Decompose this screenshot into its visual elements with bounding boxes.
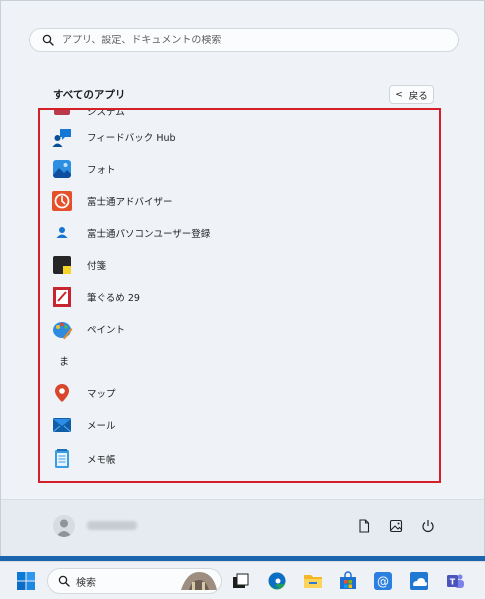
system-icon	[51, 108, 73, 122]
app-item-user-registration[interactable]: 富士通パソコンユーザー登録	[39, 219, 439, 247]
chevron-left-icon: <	[395, 89, 403, 100]
app-item-photos[interactable]: フォト	[39, 155, 439, 183]
app-item-feedback-hub[interactable]: フィードバック Hub	[39, 123, 439, 151]
store-icon[interactable]	[337, 570, 359, 592]
start-search-box[interactable]	[29, 28, 459, 52]
back-button[interactable]: < 戻る	[389, 85, 434, 104]
app-label: メモ帳	[87, 455, 116, 466]
app-label: メール	[87, 421, 116, 432]
app-item-fujitsu-advisor[interactable]: 富士通アドバイザー	[39, 187, 439, 215]
onedrive-icon[interactable]	[408, 570, 430, 592]
app-item-mail[interactable]: メール	[39, 411, 439, 439]
app-label: 富士通アドバイザー	[87, 197, 173, 208]
app-item-fudegurume[interactable]: 筆ぐるめ 29	[39, 283, 439, 311]
app-label: 富士通パソコンユーザー登録	[87, 229, 211, 240]
teams-icon[interactable]: T	[444, 570, 466, 592]
user-name[interactable]	[87, 521, 137, 530]
power-icon[interactable]	[419, 517, 437, 535]
fudegurume-icon	[51, 286, 73, 308]
taskbar-search-label: 検索	[76, 577, 96, 589]
app-list[interactable]: システム フィードバック Hub フォト 富士通アドバイザー 富士通パソコンユー…	[39, 108, 439, 482]
search-icon	[42, 34, 54, 46]
pictures-icon[interactable]	[387, 517, 405, 535]
svg-text:T: T	[450, 578, 456, 587]
taskbar: 検索 @ T	[0, 561, 485, 599]
paint-icon	[51, 318, 73, 340]
svg-text:@: @	[377, 575, 389, 589]
notepad-icon	[51, 448, 73, 470]
back-label: 戻る	[408, 90, 428, 102]
sticky-notes-icon	[51, 254, 73, 276]
all-apps-title: すべてのアプリ	[53, 89, 126, 101]
app-item-sticky-notes[interactable]: 付箋	[39, 251, 439, 279]
search-highlight-icon	[181, 572, 217, 590]
start-menu: すべてのアプリ < 戻る システム	[0, 0, 485, 556]
documents-icon[interactable]	[355, 517, 373, 535]
windows-start-icon[interactable]	[15, 570, 37, 592]
app-item-paint[interactable]: ペイント	[39, 315, 439, 343]
app-label: マップ	[87, 389, 116, 400]
search-input[interactable]	[62, 34, 442, 46]
letter-header-ma[interactable]: ま	[59, 353, 69, 368]
mail-icon	[51, 414, 73, 436]
app-label: ペイント	[87, 325, 126, 336]
app-label: 付箋	[87, 261, 107, 272]
feedback-hub-icon	[51, 126, 73, 148]
photos-icon	[51, 158, 73, 180]
file-explorer-icon[interactable]	[302, 570, 324, 592]
taskbar-search[interactable]: 検索	[47, 568, 222, 594]
app-label: フィードバック Hub	[87, 133, 176, 144]
app-label: 筆ぐるめ 29	[87, 293, 140, 304]
mail-app-icon[interactable]: @	[372, 570, 394, 592]
app-item-maps[interactable]: マップ	[39, 379, 439, 407]
start-footer	[1, 499, 484, 556]
task-view-icon[interactable]	[229, 570, 251, 592]
app-label: フォト	[87, 165, 116, 176]
user-registration-icon	[51, 222, 73, 244]
app-label: システム	[87, 108, 125, 118]
maps-icon	[51, 382, 73, 404]
fujitsu-advisor-icon	[51, 190, 73, 212]
avatar[interactable]	[53, 515, 75, 537]
app-item-notepad[interactable]: メモ帳	[39, 445, 439, 473]
edge-icon[interactable]	[266, 570, 288, 592]
search-icon	[58, 575, 70, 587]
